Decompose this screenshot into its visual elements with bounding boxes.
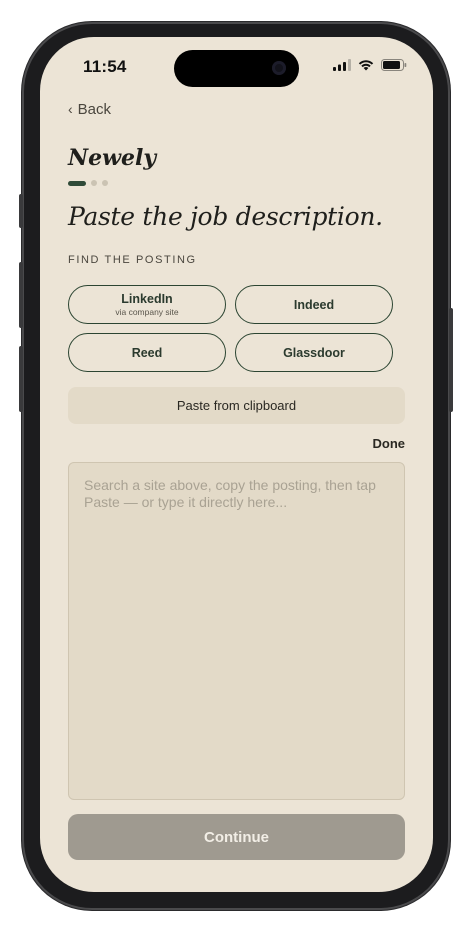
done-button[interactable]: Done bbox=[373, 436, 406, 451]
continue-button[interactable]: Continue bbox=[68, 814, 405, 860]
glassdoor-button[interactable]: Glassdoor bbox=[235, 333, 393, 372]
action-button bbox=[19, 194, 23, 228]
volume-up-button bbox=[19, 262, 23, 328]
source-name: Glassdoor bbox=[283, 345, 345, 360]
wifi-icon bbox=[358, 60, 374, 71]
source-buttons-grid: LinkedIn via company site Indeed Reed Gl… bbox=[68, 285, 393, 372]
step-progress-indicator bbox=[68, 180, 108, 186]
back-label: Back bbox=[77, 101, 112, 118]
progress-step-inactive bbox=[91, 180, 97, 186]
chevron-left-icon: ‹ bbox=[68, 101, 73, 117]
linkedin-button[interactable]: LinkedIn via company site bbox=[68, 285, 226, 324]
dynamic-island bbox=[174, 50, 299, 87]
job-description-placeholder: Search a site above, copy the posting, t… bbox=[84, 477, 376, 510]
source-name: LinkedIn bbox=[121, 292, 173, 306]
page-title: Paste the job description. bbox=[68, 202, 383, 231]
battery-icon bbox=[381, 59, 407, 71]
power-button bbox=[449, 308, 453, 412]
back-button[interactable]: ‹ Back bbox=[68, 101, 111, 118]
source-name: Reed bbox=[131, 345, 163, 360]
brand-title: Newely bbox=[68, 145, 157, 171]
app-screen: 11:54 ‹ Back Newely Paste the job descri… bbox=[40, 37, 433, 892]
source-subtitle: via company site bbox=[115, 307, 179, 317]
progress-step-inactive bbox=[102, 180, 108, 186]
status-icons bbox=[333, 59, 407, 71]
status-time: 11:54 bbox=[83, 57, 127, 76]
cellular-signal-icon bbox=[333, 59, 351, 71]
front-camera-icon bbox=[272, 61, 286, 75]
progress-step-active bbox=[68, 180, 86, 186]
paste-from-clipboard-button[interactable]: Paste from clipboard bbox=[68, 387, 405, 424]
source-name: Indeed bbox=[293, 297, 335, 312]
section-label: FIND THE POSTING bbox=[68, 254, 197, 266]
reed-button[interactable]: Reed bbox=[68, 333, 226, 372]
volume-down-button bbox=[19, 346, 23, 412]
job-description-input[interactable]: Search a site above, copy the posting, t… bbox=[68, 462, 405, 800]
indeed-button[interactable]: Indeed bbox=[235, 285, 393, 324]
